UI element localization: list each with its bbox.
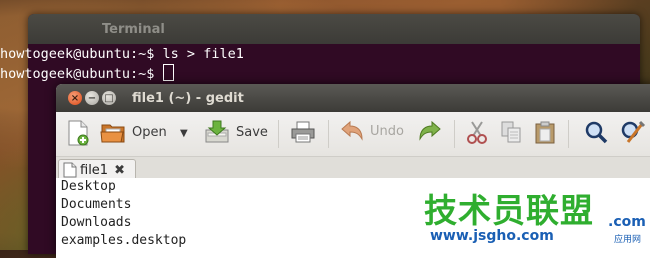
toolbar-separator (278, 120, 279, 148)
watermark-com: .com (608, 214, 646, 230)
tab-label: file1 (80, 162, 109, 178)
close-window-button[interactable]: × (68, 91, 82, 105)
print-icon (291, 121, 315, 143)
minimize-window-button[interactable]: − (85, 91, 99, 105)
open-button[interactable]: Open (100, 120, 167, 144)
terminal-prompt: howtogeek@ubuntu:~$ (0, 66, 163, 82)
terminal-line: howtogeek@ubuntu:~$ (0, 64, 640, 84)
new-document-icon (68, 120, 89, 146)
find-icon (585, 121, 608, 144)
cut-icon (467, 121, 487, 144)
undo-icon (341, 120, 363, 141)
save-icon (205, 120, 229, 143)
watermark-subtitle: 应用网 (614, 235, 642, 245)
find-replace-icon (621, 120, 646, 143)
open-recent-dropdown[interactable]: ▼ (180, 128, 188, 139)
watermark-title: 技术员联盟 (424, 191, 594, 230)
dropdown-arrow-icon: ▼ (180, 128, 188, 139)
maximize-window-button[interactable]: □ (102, 91, 116, 105)
open-label: Open (132, 124, 167, 140)
save-button[interactable]: Save (204, 120, 268, 144)
gedit-toolbar: Open ▼ Save Undo (56, 112, 650, 157)
terminal-title: Terminal (102, 21, 165, 37)
maximize-icon: □ (104, 92, 114, 104)
undo-label: Undo (370, 123, 404, 139)
tab-file1[interactable]: file1 ✖ (58, 159, 136, 180)
paste-button[interactable] (534, 120, 556, 144)
copy-button[interactable] (500, 120, 522, 144)
open-folder-icon (100, 124, 125, 143)
new-document-button[interactable] (66, 120, 90, 146)
toolbar-separator (568, 120, 569, 148)
terminal-line: howtogeek@ubuntu:~$ ls > file1 (0, 46, 244, 62)
find-button[interactable] (584, 120, 608, 144)
gedit-title: file1 (~) - gedit (132, 90, 244, 106)
toolbar-separator (328, 120, 329, 148)
terminal-cursor (162, 64, 174, 81)
find-replace-button[interactable] (620, 120, 646, 144)
print-button[interactable] (290, 120, 316, 144)
close-icon: × (70, 92, 80, 104)
document-tabbar: file1 ✖ (56, 157, 650, 180)
gedit-titlebar[interactable]: × − □ file1 (~) - gedit (56, 84, 650, 112)
redo-button[interactable] (418, 120, 442, 142)
cut-button[interactable] (466, 120, 488, 144)
watermark-url: www.jsgho.com (430, 228, 554, 244)
redo-icon (419, 120, 441, 141)
copy-icon (501, 121, 521, 143)
minimize-icon: − (87, 92, 97, 104)
paste-icon (535, 121, 555, 144)
terminal-titlebar[interactable]: Terminal (28, 14, 640, 44)
terminal-output[interactable]: howtogeek@ubuntu:~$ ls > file1 howtogeek… (0, 44, 640, 84)
save-label: Save (236, 124, 268, 140)
undo-button[interactable]: Undo (340, 120, 404, 142)
text-file-icon (63, 162, 77, 178)
toolbar-separator (454, 120, 455, 148)
watermark: 技术员联盟 .com www.jsgho.com 应用网 (424, 184, 650, 250)
close-tab-icon[interactable]: ✖ (114, 163, 125, 178)
